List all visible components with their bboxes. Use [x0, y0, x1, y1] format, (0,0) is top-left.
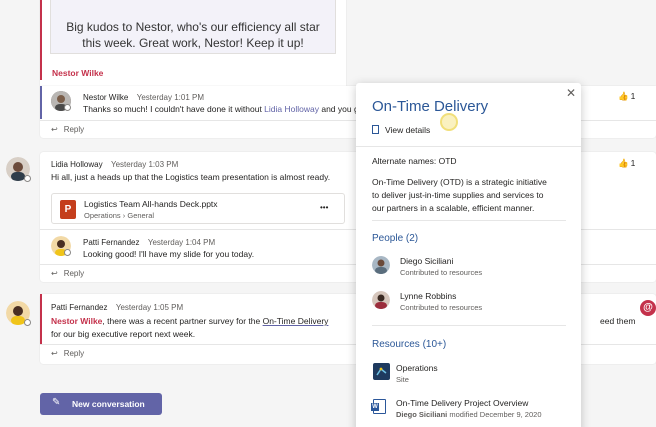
timestamp: Yesterday 1:03 PM [110, 160, 179, 169]
timestamp: Yesterday 1:04 PM [147, 238, 216, 247]
thread2-post-header: Lidia Holloway Yesterday 1:03 PM [51, 159, 178, 169]
thread1-reaction[interactable]: 👍 1 [618, 91, 635, 102]
reply-arrow-icon: ↩ [51, 349, 58, 358]
mention-link[interactable]: Lidia Holloway [264, 104, 319, 114]
person-role: Contributed to resources [400, 303, 483, 312]
person-name[interactable]: Diego Siciliani [400, 256, 453, 266]
file-attachment[interactable]: P Logistics Team All-hands Deck.pptx Ope… [51, 193, 345, 224]
close-icon[interactable]: ✕ [566, 86, 576, 100]
document-icon [372, 125, 379, 134]
popup-divider-3 [372, 325, 566, 326]
kudos-card: Big kudos to Nestor, who's our efficienc… [40, 0, 346, 86]
sharepoint-site-icon [373, 363, 390, 380]
thread1-reply-text: Thanks so much! I couldn't have done it … [83, 104, 363, 114]
presence-icon [24, 175, 31, 182]
kudos-recipient[interactable]: Nestor Wilke [52, 68, 103, 78]
reply-arrow-icon: ↩ [51, 125, 58, 134]
popup-divider-1 [356, 146, 581, 147]
diego-avatar[interactable] [372, 256, 390, 274]
word-doc-icon: W [371, 399, 386, 414]
resource-name[interactable]: On-Time Delivery Project Overview [396, 398, 528, 408]
popup-divider-2 [372, 220, 566, 221]
kudos-text-line1: Big kudos to Nestor, who's our efficienc… [66, 20, 320, 34]
person-name[interactable]: Lynne Robbins [400, 291, 456, 301]
timestamp: Yesterday 1:05 PM [115, 303, 184, 312]
thread1-reply-button[interactable]: ↩ Reply [51, 125, 84, 134]
resource-modified: Diego Siciliani modified December 9, 202… [396, 410, 542, 419]
like-icon: 👍 [618, 91, 629, 101]
person-role: Contributed to resources [400, 268, 483, 277]
people-section-title[interactable]: People (2) [372, 233, 418, 244]
topic-title: On-Time Delivery [372, 98, 489, 115]
author-name[interactable]: Patti Fernandez [51, 303, 107, 312]
thread1-reply-bar [40, 86, 42, 119]
compose-icon: ✎ [52, 397, 61, 408]
topic-card-popup: ✕ On-Time Delivery View details Alternat… [356, 83, 581, 427]
author-name[interactable]: Nestor Wilke [83, 93, 128, 102]
thread2-reaction[interactable]: 👍 1 [618, 158, 635, 169]
thread3-post-text-line2: for our big executive report next week. [51, 329, 196, 339]
lynne-avatar[interactable] [372, 291, 390, 309]
timestamp: Yesterday 1:01 PM [136, 93, 205, 102]
thread3-reply-button[interactable]: ↩ Reply [51, 349, 84, 358]
resource-type: Site [396, 375, 409, 384]
kudos-text-line2: this week. Great work, Nestor! Keep it u… [82, 36, 304, 50]
highlighted-term[interactable]: On-Time Delivery [263, 316, 329, 326]
mention-nestor[interactable]: Nestor Wilke [51, 316, 102, 326]
kudos-left-bar [40, 0, 42, 80]
reply-arrow-icon: ↩ [51, 269, 58, 278]
at-mention-icon[interactable]: @ [640, 300, 656, 316]
thread3-post-text-tail: eed them [600, 316, 636, 326]
resources-section-title[interactable]: Resources (10+) [372, 339, 446, 350]
presence-icon [64, 104, 71, 111]
description-line-2: to deliver just-in-time supplies and ser… [372, 190, 544, 200]
like-icon: 👍 [618, 158, 629, 168]
presence-icon [24, 319, 31, 326]
cursor-highlight [440, 113, 458, 131]
view-details-link[interactable]: View details [372, 125, 430, 135]
description-line-3: our partners in a scalable, efficient ma… [372, 203, 535, 213]
description-line-1: On-Time Delivery (OTD) is a strategic in… [372, 177, 547, 187]
thread3-post-text: Nestor Wilke, there was a recent partner… [51, 316, 329, 326]
alternate-names: Alternate names: OTD [372, 156, 457, 166]
file-path: Operations › General [84, 211, 155, 220]
pptx-file-icon: P [60, 200, 76, 219]
author-name[interactable]: Patti Fernandez [83, 238, 139, 247]
file-more-button[interactable]: ••• [320, 203, 328, 212]
presence-icon [64, 249, 71, 256]
thread1-reply-header: Nestor Wilke Yesterday 1:01 PM [83, 92, 204, 102]
file-name: Logistics Team All-hands Deck.pptx [84, 199, 218, 209]
thread2-reply-button[interactable]: ↩ Reply [51, 269, 84, 278]
thread2-reply-header: Patti Fernandez Yesterday 1:04 PM [83, 237, 215, 247]
resource-name[interactable]: Operations [396, 363, 438, 373]
author-name[interactable]: Lidia Holloway [51, 160, 103, 169]
thread3-post-header: Patti Fernandez Yesterday 1:05 PM [51, 302, 183, 312]
thread3-mention-bar [40, 294, 42, 344]
new-conversation-button[interactable]: ✎ New conversation [40, 393, 162, 415]
thread2-reply-text: Looking good! I'll have my slide for you… [83, 249, 255, 259]
thread2-post-text: Hi all, just a heads up that the Logisti… [51, 172, 331, 182]
